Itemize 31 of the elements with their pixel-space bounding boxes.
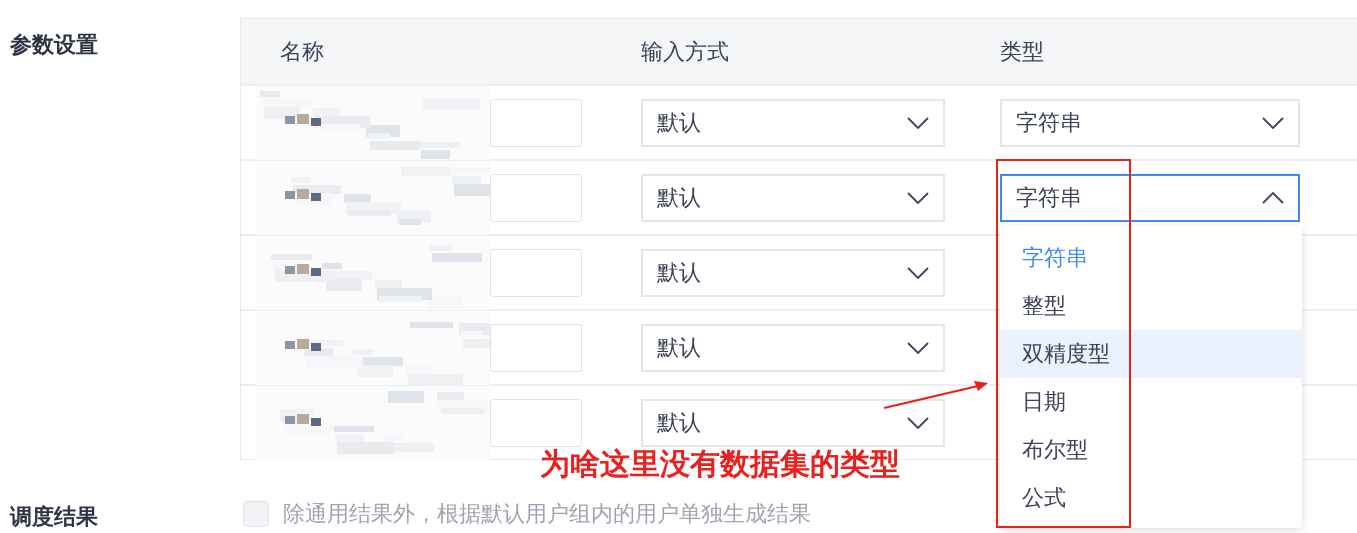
column-header: 输入方式 — [641, 37, 729, 66]
type-select[interactable]: 字符串 — [1000, 99, 1300, 147]
caret-icon — [1262, 117, 1284, 129]
name-field[interactable] — [490, 249, 582, 297]
dropdown-option[interactable]: 布尔型 — [1000, 426, 1302, 474]
name-field[interactable] — [490, 99, 582, 147]
dropdown-option[interactable]: 双精度型 — [1000, 330, 1302, 378]
caret-icon — [907, 117, 929, 129]
section-label: 调度结果 — [8, 503, 99, 531]
section-label: 参数设置 — [9, 31, 99, 59]
input-method-select[interactable]: 默认 — [641, 249, 945, 297]
caret-icon — [907, 267, 929, 279]
caret-icon — [1262, 192, 1284, 204]
caret-icon — [907, 342, 929, 354]
annotation-text: 为啥这里没有数据集的类型 — [540, 446, 900, 482]
caret-icon — [907, 417, 929, 429]
column-header: 类型 — [1000, 37, 1044, 66]
input-method-select[interactable]: 默认 — [641, 324, 945, 372]
caret-icon — [907, 192, 929, 204]
dropdown-option[interactable]: 整型 — [1000, 282, 1302, 330]
name-field[interactable] — [490, 324, 582, 372]
input-method-select[interactable]: 默认 — [641, 399, 945, 447]
name-field[interactable] — [490, 399, 582, 447]
dropdown-option[interactable]: 公式 — [1000, 474, 1302, 522]
dropdown-option[interactable]: 日期 — [1000, 378, 1302, 426]
column-header: 名称 — [280, 37, 324, 66]
checkbox-label: 除通用结果外，根据默认用户组内的用户单独生成结果 — [283, 500, 811, 528]
type-select[interactable]: 字符串 — [1000, 174, 1300, 222]
input-method-select[interactable]: 默认 — [641, 99, 945, 147]
input-method-select[interactable]: 默认 — [641, 174, 945, 222]
name-field[interactable] — [490, 174, 582, 222]
